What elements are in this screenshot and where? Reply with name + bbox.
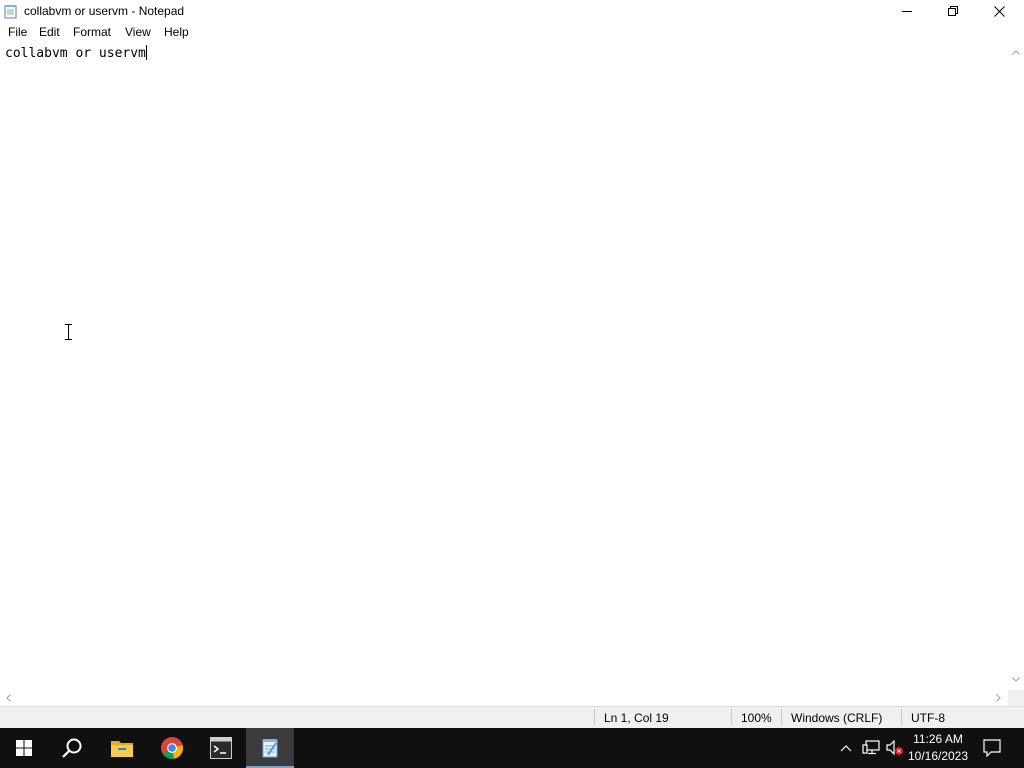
text-caret [145, 45, 147, 60]
file-explorer-icon [111, 741, 133, 757]
status-divider [901, 709, 902, 725]
menu-edit[interactable]: Edit [39, 25, 60, 39]
clock[interactable]: 11:26 AM 10/16/2023 [905, 731, 971, 765]
chevron-up-icon[interactable] [840, 744, 852, 752]
clock-date: 10/16/2023 [907, 749, 969, 763]
notepad-taskbar-button[interactable] [246, 728, 294, 768]
scrollbar-corner [1008, 690, 1024, 706]
restore-button[interactable] [930, 0, 976, 22]
text-editor[interactable]: collabvm or uservm [0, 43, 1008, 690]
menu-view[interactable]: View [125, 25, 151, 39]
minimize-button[interactable] [884, 0, 930, 22]
cursor-position: Ln 1, Col 19 [604, 711, 669, 725]
close-icon [993, 5, 1005, 17]
volume-muted-icon[interactable] [886, 740, 904, 756]
editor-content[interactable]: collabvm or uservm [5, 45, 147, 61]
status-bar: Ln 1, Col 19 100% Windows (CRLF) UTF-8 [0, 706, 1024, 728]
terminal-app-button[interactable] [197, 728, 245, 768]
terminal-app-icon [210, 737, 232, 759]
scroll-left-arrow-icon[interactable] [6, 694, 11, 702]
scroll-down-arrow-icon[interactable] [1012, 677, 1020, 682]
menu-bar: File Edit Format View Help [0, 22, 1024, 42]
file-explorer-button[interactable] [98, 728, 146, 768]
line-ending: Windows (CRLF) [791, 711, 883, 725]
chrome-icon [161, 737, 184, 759]
clock-time: 11:26 AM [913, 732, 963, 746]
search-button[interactable] [48, 728, 96, 768]
menu-file[interactable]: File [8, 25, 27, 39]
editor-text: collabvm or uservm [5, 46, 146, 61]
minimize-icon [902, 11, 912, 12]
scroll-right-arrow-icon[interactable] [996, 694, 1001, 702]
horizontal-scrollbar[interactable] [0, 690, 1008, 706]
notepad-icon [4, 5, 17, 19]
search-icon [62, 738, 82, 758]
vertical-scrollbar[interactable] [1008, 43, 1024, 690]
zoom-level: 100% [741, 711, 772, 725]
ibeam-cursor-icon [65, 324, 72, 340]
scroll-up-arrow-icon[interactable] [1012, 50, 1020, 55]
window-title: collabvm or uservm - Notepad [24, 4, 185, 18]
encoding: UTF-8 [911, 711, 945, 725]
status-divider [594, 709, 595, 725]
notification-icon[interactable] [983, 739, 1001, 757]
chrome-button[interactable] [148, 728, 196, 768]
menu-help[interactable]: Help [164, 25, 189, 39]
notepad-icon [262, 739, 278, 758]
title-bar[interactable]: collabvm or uservm - Notepad [0, 0, 1024, 22]
menu-format[interactable]: Format [73, 25, 111, 39]
taskbar: 11:26 AM 10/16/2023 [0, 728, 1024, 768]
start-button[interactable] [0, 728, 48, 768]
status-divider [781, 709, 782, 725]
status-divider [731, 709, 732, 725]
restore-icon [948, 6, 958, 16]
network-icon[interactable] [862, 740, 880, 756]
close-button[interactable] [976, 0, 1022, 22]
windows-start-icon [16, 740, 32, 756]
